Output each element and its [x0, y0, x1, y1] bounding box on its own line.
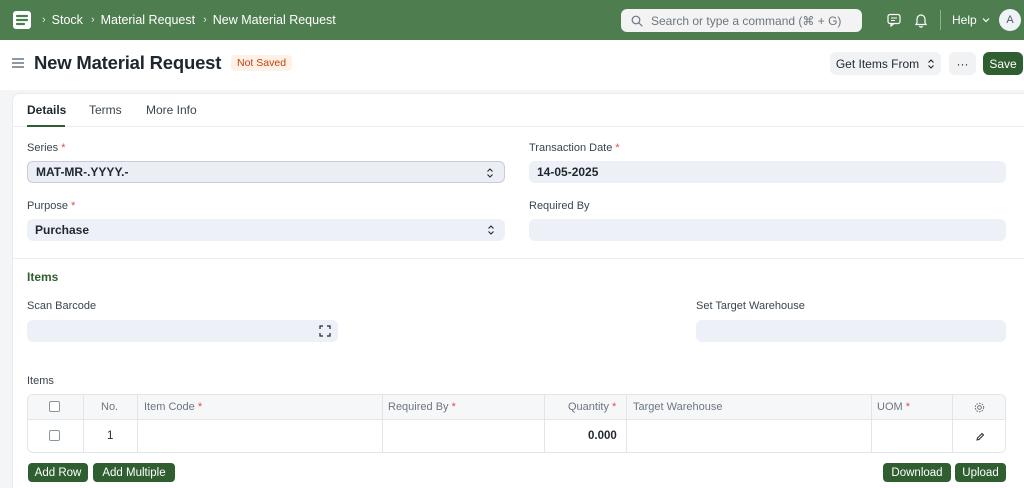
status-badge: Not Saved	[231, 55, 293, 71]
get-items-from-button[interactable]: Get Items From	[830, 52, 941, 75]
edit-pencil-icon[interactable]	[975, 432, 985, 442]
upload-button[interactable]: Upload	[955, 463, 1006, 482]
chevron-right-icon: ›	[42, 14, 46, 26]
add-multiple-button[interactable]: Add Multiple	[93, 463, 175, 482]
scan-barcode-input[interactable]	[27, 320, 338, 342]
column-divider	[544, 395, 545, 452]
items-table: No. Item Code * Required By * Quantity *…	[27, 394, 1006, 453]
column-divider	[871, 395, 872, 452]
download-button[interactable]: Download	[883, 463, 951, 482]
select-chevron-icon	[928, 58, 935, 69]
breadcrumb-material-request[interactable]: Material Request	[101, 13, 196, 27]
bell-icon[interactable]	[913, 12, 929, 28]
column-divider	[137, 395, 138, 452]
row-quantity[interactable]: 0.000	[588, 430, 617, 442]
select-chevron-icon	[487, 168, 493, 178]
column-divider	[382, 395, 383, 452]
save-button[interactable]: Save	[983, 52, 1023, 75]
more-icon: ···	[956, 56, 969, 71]
chevron-right-icon: ›	[203, 14, 207, 26]
transaction-date-label: Transaction Date *	[529, 142, 620, 154]
column-header-required-by[interactable]: Required By *	[388, 401, 456, 413]
row-number: 1	[107, 430, 114, 442]
top-navbar: › Stock › Material Request › New Materia…	[0, 0, 1024, 40]
transaction-date-input[interactable]: 14-05-2025	[529, 161, 1006, 183]
app-logo-icon[interactable]	[12, 10, 32, 30]
column-header-quantity[interactable]: Quantity *	[568, 401, 616, 413]
breadcrumb: › Stock › Material Request › New Materia…	[42, 0, 344, 40]
column-header-item-code[interactable]: Item Code *	[144, 401, 202, 413]
chevron-right-icon: ›	[90, 14, 95, 26]
avatar[interactable]: A	[999, 9, 1021, 31]
barcode-scan-icon[interactable]	[319, 325, 331, 337]
required-by-label: Required By	[529, 200, 590, 212]
select-chevron-icon	[488, 225, 494, 235]
row-checkbox[interactable]	[49, 430, 60, 441]
column-divider	[952, 395, 953, 452]
column-header-uom[interactable]: UOM *	[877, 401, 910, 413]
chat-icon[interactable]	[886, 12, 902, 28]
required-by-input[interactable]	[529, 219, 1006, 241]
breadcrumb-stock[interactable]: Stock	[52, 13, 83, 27]
breadcrumb-new-material-request[interactable]: New Material Request	[213, 13, 336, 27]
help-label: Help	[952, 13, 977, 27]
navbar-divider	[940, 10, 941, 30]
items-grid-label: Items	[27, 375, 54, 387]
series-value: MAT-MR-.YYYY.-	[36, 165, 129, 179]
series-select[interactable]: MAT-MR-.YYYY.-	[27, 161, 505, 183]
series-label: Series *	[27, 142, 66, 154]
chevron-down-icon	[982, 18, 990, 23]
purpose-value: Purchase	[35, 223, 90, 237]
sidebar-toggle-icon[interactable]	[12, 58, 24, 68]
items-section-heading[interactable]: Items	[27, 270, 58, 284]
set-target-warehouse-label: Set Target Warehouse	[696, 300, 805, 312]
active-tab-indicator	[27, 125, 65, 127]
select-all-checkbox[interactable]	[49, 401, 60, 412]
get-items-from-label: Get Items From	[835, 56, 920, 71]
search-icon	[631, 15, 643, 27]
column-header-target-warehouse[interactable]: Target Warehouse	[633, 401, 722, 413]
purpose-label: Purpose *	[27, 200, 76, 212]
tab-more-info[interactable]: More Info	[146, 103, 197, 117]
search-bar[interactable]: Search or type a command (⌘ + G)	[621, 9, 862, 32]
column-divider	[83, 395, 84, 452]
help-dropdown[interactable]: Help	[952, 13, 991, 27]
settings-gear-icon[interactable]	[974, 402, 985, 413]
more-actions-button[interactable]: ···	[949, 52, 976, 75]
set-target-warehouse-input[interactable]	[696, 320, 1006, 342]
transaction-date-value: 14-05-2025	[537, 165, 599, 179]
add-row-button[interactable]: Add Row	[28, 463, 88, 482]
search-placeholder: Search or type a command (⌘ + G)	[651, 13, 842, 28]
purpose-select[interactable]: Purchase	[27, 219, 505, 241]
tab-terms[interactable]: Terms	[89, 103, 122, 117]
column-header-no: No.	[101, 401, 119, 413]
scan-barcode-label: Scan Barcode	[27, 300, 97, 312]
tab-details[interactable]: Details	[27, 103, 66, 117]
column-divider	[626, 395, 627, 452]
page-title: New Material Request	[34, 52, 222, 73]
section-divider	[12, 258, 1024, 259]
